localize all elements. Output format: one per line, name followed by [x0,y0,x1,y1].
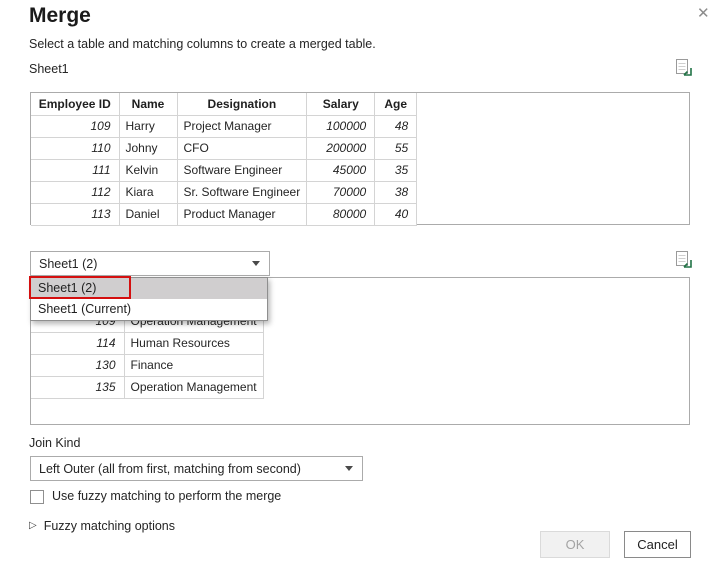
table-row: 113DanielProduct Manager8000040 [31,203,417,225]
table-row: 109HarryProject Manager10000048 [31,115,417,137]
second-table: 109Operation Management114Human Resource… [31,310,264,399]
table-cell[interactable]: 111 [31,159,119,181]
column-header[interactable]: Age [375,93,417,115]
table-select-dropdown[interactable]: Sheet1 (2) [30,251,270,276]
close-icon[interactable]: ✕ [697,6,710,21]
column-header[interactable]: Designation [177,93,307,115]
chevron-down-icon [252,261,260,266]
dropdown-option[interactable]: Sheet1 (2) [31,278,267,299]
table-cell[interactable]: Kiara [119,181,177,203]
dialog-title: Merge [29,4,91,28]
table-cell[interactable]: 100000 [307,115,375,137]
first-table-grid: Employee IDNameDesignationSalaryAge109Ha… [30,92,690,225]
table-cell[interactable]: 114 [31,332,124,354]
fuzzy-matching-label: Use fuzzy matching to perform the merge [52,489,281,503]
table-cell[interactable]: Human Resources [124,332,263,354]
table-cell[interactable]: Harry [119,115,177,137]
chevron-down-icon [345,466,353,471]
table-cell[interactable]: 48 [375,115,417,137]
table-cell[interactable]: 80000 [307,203,375,225]
first-table-label: Sheet1 [29,62,69,76]
table-row: 135Operation Management [31,376,263,398]
expander-triangle-icon: ▷ [29,521,37,531]
fuzzy-options-expander[interactable]: ▷ Fuzzy matching options [29,519,175,533]
table-cell[interactable]: Software Engineer [177,159,307,181]
table-cell[interactable]: 35 [375,159,417,181]
table-select-options: Sheet1 (2)Sheet1 (Current) [30,277,268,321]
table-cell[interactable]: Daniel [119,203,177,225]
table-cell[interactable]: 55 [375,137,417,159]
column-header[interactable]: Salary [307,93,375,115]
table-cell[interactable]: Johny [119,137,177,159]
join-kind-label: Join Kind [29,436,80,450]
dialog-subtitle: Select a table and matching columns to c… [29,37,376,51]
table-cell[interactable]: 110 [31,137,119,159]
first-table: Employee IDNameDesignationSalaryAge109Ha… [31,93,417,226]
table-cell[interactable]: Product Manager [177,203,307,225]
ok-button[interactable]: OK [540,531,610,558]
table-cell[interactable]: 70000 [307,181,375,203]
table-cell[interactable]: CFO [177,137,307,159]
table-cell[interactable]: 135 [31,376,124,398]
table-row: 130Finance [31,354,263,376]
table-cell[interactable]: Sr. Software Engineer [177,181,307,203]
table-cell[interactable]: 200000 [307,137,375,159]
table-cell[interactable]: 45000 [307,159,375,181]
cancel-button[interactable]: Cancel [624,531,691,558]
table-row: 110JohnyCFO20000055 [31,137,417,159]
table-cell[interactable]: 113 [31,203,119,225]
table-cell[interactable]: Operation Management [124,376,263,398]
table-row: 111KelvinSoftware Engineer4500035 [31,159,417,181]
table-cell[interactable]: Project Manager [177,115,307,137]
column-header[interactable]: Employee ID [31,93,119,115]
join-kind-dropdown[interactable]: Left Outer (all from first, matching fro… [30,456,363,481]
header-row: Employee IDNameDesignationSalaryAge [31,93,417,115]
table-cell[interactable]: 109 [31,115,119,137]
table-cell[interactable]: 40 [375,203,417,225]
dropdown-option[interactable]: Sheet1 (Current) [31,299,267,320]
choose-table-icon[interactable] [674,58,694,78]
choose-table-icon[interactable] [674,250,694,270]
table-cell[interactable]: 112 [31,181,119,203]
table-select-value: Sheet1 (2) [39,257,97,271]
table-cell[interactable]: Finance [124,354,263,376]
fuzzy-options-label: Fuzzy matching options [44,519,175,533]
fuzzy-matching-checkbox[interactable] [30,490,44,504]
table-cell[interactable]: 130 [31,354,124,376]
table-row: 114Human Resources [31,332,263,354]
table-cell[interactable]: Kelvin [119,159,177,181]
column-header[interactable]: Name [119,93,177,115]
table-cell[interactable]: 38 [375,181,417,203]
table-row: 112KiaraSr. Software Engineer7000038 [31,181,417,203]
join-kind-value: Left Outer (all from first, matching fro… [39,462,301,476]
